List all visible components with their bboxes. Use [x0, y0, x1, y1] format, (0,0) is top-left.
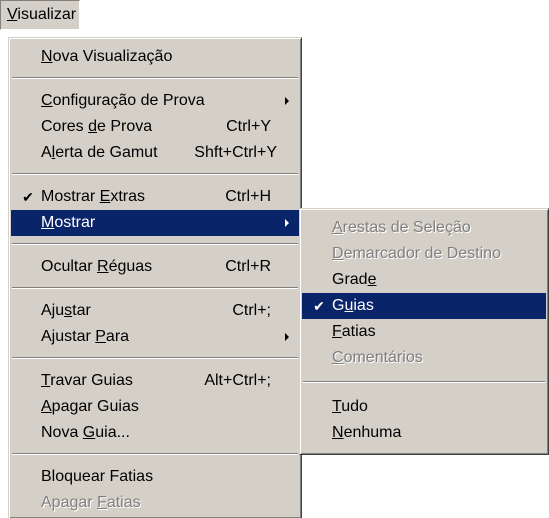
menu-item-travar-guias[interactable]: Travar Guias Alt+Ctrl+; — [11, 368, 299, 394]
menu-separator — [12, 453, 298, 455]
menu-item-apagar-guias[interactable]: Apagar Guias — [11, 394, 299, 420]
menu-item-apagar-fatias: Apagar Fatias — [41, 494, 141, 511]
menu-item-mostrar-extras[interactable]: ✔ Mostrar Extras Ctrl+H — [11, 184, 299, 210]
submenu-item-grade[interactable]: Grade — [302, 267, 546, 293]
submenu-arrow-icon — [285, 333, 289, 341]
shortcut-label: Alt+Ctrl+; — [204, 372, 271, 389]
menu-title-rest: isualizar — [17, 6, 77, 23]
mostrar-submenu: Arestas de Seleção Demarcador de Destino… — [299, 208, 549, 455]
submenu-item-nenhuma[interactable]: Nenhuma — [302, 420, 546, 446]
submenu-item-tudo[interactable]: Tudo — [302, 394, 546, 420]
submenu-item-comentarios: Comentários — [332, 349, 423, 366]
menu-item-ajustar[interactable]: Ajustar Ctrl+; — [11, 298, 299, 324]
submenu-item-arestas-de-selecao: Arestas de Seleção — [332, 219, 471, 236]
menu-item-nova-guia[interactable]: Nova Guia... — [11, 420, 299, 446]
menu-separator — [303, 381, 545, 383]
submenu-arrow-icon — [285, 97, 289, 105]
submenu-item-demarcador-de-destino: Demarcador de Destino — [332, 245, 501, 262]
menu-visualizar[interactable]: Visualizar — [0, 0, 80, 30]
submenu-arrow-icon — [285, 219, 289, 227]
menu-title-mnemonic: V — [7, 6, 18, 23]
visualizar-dropdown: Nova Visualização Configuração de Prova … — [8, 37, 302, 518]
menu-item-ajustar-para[interactable]: Ajustar Para — [11, 324, 299, 350]
checkmark-icon: ✔ — [313, 298, 325, 314]
submenu-item-fatias[interactable]: Fatias — [302, 319, 546, 345]
shortcut-label: Ctrl+; — [232, 302, 271, 319]
menu-item-bloquear-fatias[interactable]: Bloquear Fatias — [11, 464, 299, 490]
menu-item-cores-de-prova[interactable]: Cores de Prova Ctrl+Y — [11, 114, 299, 140]
menu-separator — [12, 173, 298, 175]
menu-item-ocultar-reguas[interactable]: Ocultar Réguas Ctrl+R — [11, 254, 299, 280]
menu-separator — [12, 243, 298, 245]
submenu-item-guias[interactable]: ✔ Guias — [302, 293, 546, 319]
shortcut-label: Ctrl+R — [225, 258, 271, 275]
menu-item-nova-visualizacao[interactable]: Nova Visualização — [11, 44, 299, 70]
shortcut-label: Ctrl+Y — [226, 118, 271, 135]
menu-separator — [12, 287, 298, 289]
menu-separator — [12, 77, 298, 79]
menu-item-mostrar[interactable]: Mostrar — [11, 210, 299, 236]
menu-item-alerta-de-gamut[interactable]: Alerta de Gamut Shft+Ctrl+Y — [11, 140, 299, 166]
checkmark-icon: ✔ — [22, 189, 34, 205]
shortcut-label: Ctrl+H — [225, 188, 271, 205]
menu-item-configuracao-de-prova[interactable]: Configuração de Prova — [11, 88, 299, 114]
shortcut-label: Shft+Ctrl+Y — [194, 144, 277, 161]
menu-separator — [12, 357, 298, 359]
